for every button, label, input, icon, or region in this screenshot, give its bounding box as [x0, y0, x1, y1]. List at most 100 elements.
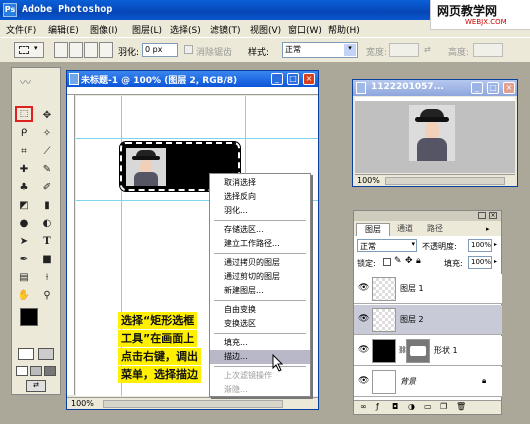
- eye-icon[interactable]: 👁︎: [358, 283, 369, 293]
- menu-item-save-selection[interactable]: 存储选区...: [210, 223, 310, 237]
- opacity-input[interactable]: 100%: [468, 239, 492, 252]
- lock-transparency-icon[interactable]: [383, 258, 391, 266]
- chevron-right-icon[interactable]: ▸: [494, 258, 497, 265]
- menu-item-layer-via-copy[interactable]: 通过拷贝的图层: [210, 256, 310, 270]
- type-tool-icon[interactable]: T: [38, 234, 56, 250]
- slice-tool-icon[interactable]: ⟋: [38, 144, 56, 160]
- menu-item-feather[interactable]: 羽化...: [210, 204, 310, 218]
- feather-input[interactable]: 0 px: [142, 43, 178, 57]
- dodge-tool-icon[interactable]: ◐: [38, 216, 56, 232]
- navigator-preview[interactable]: [355, 97, 515, 173]
- menu-layer[interactable]: 图层(L): [132, 23, 162, 36]
- hand-tool-icon[interactable]: ✋: [15, 288, 33, 304]
- new-selection-icon[interactable]: [54, 42, 68, 58]
- menu-file[interactable]: 文件(F): [6, 23, 36, 36]
- fill-input[interactable]: 100%: [468, 256, 492, 269]
- link-layers-icon[interactable]: ∞: [360, 402, 367, 411]
- minimize-button[interactable]: _: [471, 82, 483, 94]
- screen-mode-black-icon[interactable]: [44, 366, 56, 376]
- lock-paint-icon[interactable]: ✎: [394, 256, 402, 266]
- path-select-icon[interactable]: ➤: [15, 234, 33, 250]
- close-button[interactable]: ×: [303, 73, 315, 85]
- menu-window[interactable]: 窗口(W): [288, 23, 322, 36]
- layer-row[interactable]: 👁︎ 图层 2: [354, 305, 502, 335]
- menu-item-deselect[interactable]: 取消选择: [210, 176, 310, 190]
- standard-mode-icon[interactable]: [18, 348, 34, 360]
- style-select[interactable]: 正常 ▾: [282, 42, 358, 58]
- menu-item-fill[interactable]: 填充...: [210, 336, 310, 350]
- close-button[interactable]: ×: [503, 82, 515, 94]
- lock-all-icon[interactable]: 🔒︎: [416, 256, 421, 266]
- swap-icon[interactable]: ⇄: [424, 45, 431, 54]
- width-input[interactable]: [389, 43, 419, 57]
- imageready-icon[interactable]: ⇄: [26, 380, 46, 392]
- pen-tool-icon[interactable]: ✒: [15, 252, 33, 268]
- gradient-tool-icon[interactable]: ▮: [38, 198, 56, 214]
- horizontal-scrollbar[interactable]: [103, 400, 283, 408]
- notes-tool-icon[interactable]: ▤: [15, 270, 33, 286]
- layer-style-icon[interactable]: ƒ: [376, 402, 379, 411]
- menu-help[interactable]: 帮助(H): [328, 23, 360, 36]
- stamp-tool-icon[interactable]: ♣: [15, 180, 33, 196]
- history-brush-icon[interactable]: ✐: [38, 180, 56, 196]
- new-group-icon[interactable]: ▭: [424, 402, 432, 411]
- maximize-button[interactable]: □: [487, 82, 499, 94]
- magic-wand-icon[interactable]: ✧: [38, 126, 56, 142]
- brush-tool-icon[interactable]: ✎: [38, 162, 56, 178]
- menu-item-transform-selection[interactable]: 变换选区: [210, 317, 310, 331]
- quickmask-mode-icon[interactable]: [38, 348, 54, 360]
- antialias-checkbox[interactable]: [184, 45, 193, 54]
- eraser-tool-icon[interactable]: ◩: [15, 198, 33, 214]
- zoom-tool-icon[interactable]: ⚲: [38, 288, 56, 304]
- horizontal-scrollbar[interactable]: [385, 177, 505, 185]
- menu-item-make-work-path[interactable]: 建立工作路径...: [210, 237, 310, 251]
- eyedropper-icon[interactable]: ⟊: [38, 270, 56, 286]
- new-layer-icon[interactable]: ❐: [440, 402, 447, 411]
- lasso-tool-icon[interactable]: ᑭ: [15, 126, 33, 142]
- menu-select[interactable]: 选择(S): [170, 23, 201, 36]
- screen-mode-full-icon[interactable]: [30, 366, 42, 376]
- chevron-right-icon[interactable]: ▸: [494, 241, 497, 248]
- menu-item-stroke[interactable]: 描边...: [210, 350, 310, 364]
- height-input[interactable]: [473, 43, 503, 57]
- eye-icon[interactable]: 👁︎: [358, 345, 369, 355]
- delete-layer-icon[interactable]: 🗑︎: [456, 402, 466, 411]
- menu-filter[interactable]: 滤镜(T): [210, 23, 241, 36]
- menu-view[interactable]: 视图(V): [250, 23, 281, 36]
- panel-menu-icon[interactable]: ▸: [486, 225, 490, 233]
- panel-close-icon[interactable]: ×: [489, 212, 497, 219]
- add-to-selection-icon[interactable]: [69, 42, 83, 58]
- blur-tool-icon[interactable]: ●: [15, 216, 33, 232]
- blend-mode-select[interactable]: 正常 ▾: [357, 239, 417, 252]
- layer-row[interactable]: 👁︎ 背景 🔒︎: [354, 367, 502, 397]
- tab-channels[interactable]: 通道: [390, 223, 420, 236]
- marquee-tool-icon[interactable]: ⬚: [15, 106, 33, 122]
- panel-minimize-icon[interactable]: [478, 212, 486, 219]
- menu-edit[interactable]: 编辑(E): [48, 23, 79, 36]
- minimize-button[interactable]: _: [271, 73, 283, 85]
- lock-move-icon[interactable]: ✥: [405, 256, 413, 266]
- menu-item-inverse[interactable]: 选择反向: [210, 190, 310, 204]
- tab-paths[interactable]: 路径: [420, 223, 450, 236]
- tool-preset-picker[interactable]: ▾: [14, 42, 44, 58]
- layer-row[interactable]: 👁︎ 图层 1: [354, 274, 502, 304]
- menu-image[interactable]: 图像(I): [90, 23, 118, 36]
- crop-tool-icon[interactable]: ⌗: [15, 144, 33, 160]
- maximize-button[interactable]: □: [287, 73, 299, 85]
- shape-tool-icon[interactable]: ■: [38, 252, 56, 268]
- foreground-color[interactable]: [20, 308, 38, 326]
- eye-icon[interactable]: 👁︎: [358, 314, 369, 324]
- healing-brush-icon[interactable]: ✚: [15, 162, 33, 178]
- tab-layers[interactable]: 图层: [356, 223, 390, 236]
- subtract-selection-icon[interactable]: [84, 42, 98, 58]
- menu-item-new-layer[interactable]: 新建图层...: [210, 284, 310, 298]
- adjustment-layer-icon[interactable]: ◑: [408, 402, 415, 411]
- menu-item-layer-via-cut[interactable]: 通过剪切的图层: [210, 270, 310, 284]
- intersect-selection-icon[interactable]: [99, 42, 113, 58]
- menu-item-free-transform[interactable]: 自由变换: [210, 303, 310, 317]
- layer-row[interactable]: 👁︎ ⛓ 形状 1: [354, 336, 502, 366]
- screen-mode-standard-icon[interactable]: [16, 366, 28, 376]
- eye-icon[interactable]: 👁︎: [358, 376, 369, 386]
- move-tool-icon[interactable]: ✥: [38, 108, 56, 124]
- add-mask-icon[interactable]: ◘: [392, 402, 398, 411]
